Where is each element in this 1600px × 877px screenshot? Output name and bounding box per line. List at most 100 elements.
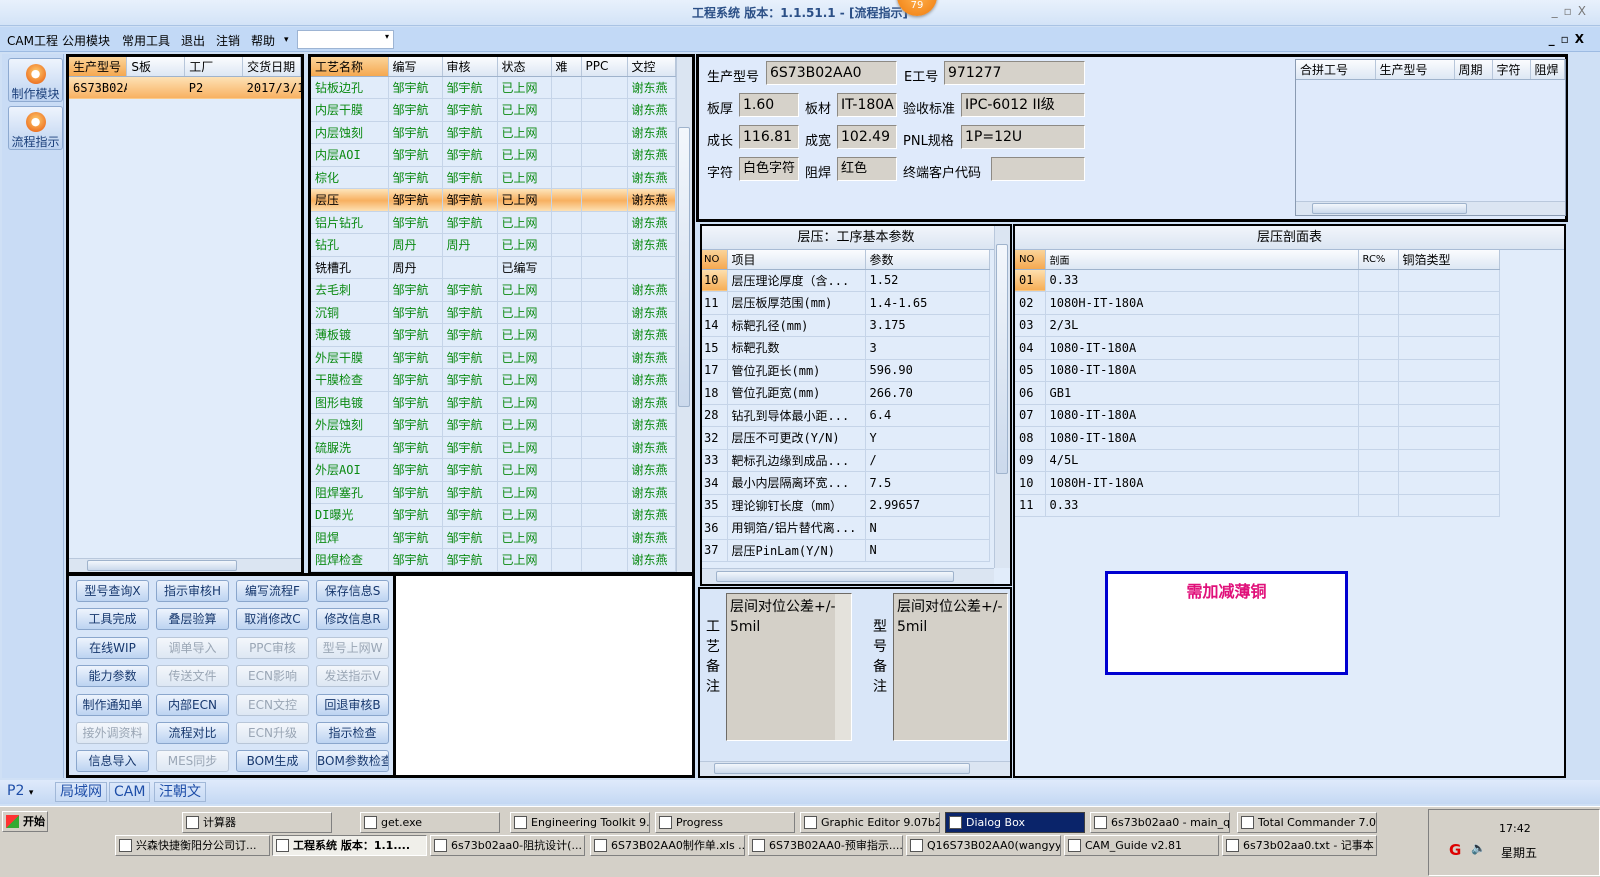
table-row[interactable]: 04 1080-IT-180A xyxy=(1015,336,1500,360)
column-header[interactable]: 交货日期 xyxy=(242,57,301,77)
column-header[interactable]: NO xyxy=(1015,250,1046,270)
menu-logout[interactable]: 注销 xyxy=(216,32,240,49)
table-row[interactable]: 阻焊检查 邹宇航 邹宇航 已上网 谢东燕 xyxy=(311,548,676,572)
minimize-button[interactable]: _ xyxy=(1552,4,1564,18)
action-button[interactable]: 取消修改C xyxy=(236,608,309,631)
column-header[interactable]: NO xyxy=(702,250,728,270)
table-row[interactable]: 33 靶标孔边缘到成品... / xyxy=(702,449,990,472)
table-row[interactable]: 钻板边孔 邹宇航 邹宇航 已上网 谢东燕 xyxy=(311,76,676,99)
standard-field[interactable]: IPC-6012 II级 xyxy=(961,93,1085,117)
taskbar-item[interactable]: Graphic Editor 9.07b2 ... xyxy=(800,812,940,833)
action-button[interactable]: 在线WIP xyxy=(76,636,149,659)
table-row[interactable]: DI曝光 邹宇航 邹宇航 已上网 谢东燕 xyxy=(311,503,676,527)
column-header[interactable]: 工艺名称 xyxy=(311,57,389,77)
horizontal-scrollbar[interactable] xyxy=(702,568,994,584)
action-button[interactable]: 回退审核B xyxy=(316,693,389,716)
column-header[interactable]: 审核 xyxy=(442,57,498,77)
table-row[interactable]: 外层AOI 邹宇航 邹宇航 已上网 谢东燕 xyxy=(311,458,676,482)
column-header[interactable]: 阻焊 xyxy=(1530,60,1565,80)
taskbar-item[interactable]: Q16S73B02AA0(wangyy... xyxy=(906,835,1061,856)
action-button[interactable]: 流程对比 xyxy=(156,722,229,744)
column-header[interactable]: RC% xyxy=(1358,250,1399,270)
part-no-field[interactable]: 6S73B02AA0 xyxy=(766,61,897,85)
table-row[interactable]: 干膜检查 邹宇航 邹宇航 已上网 谢东燕 xyxy=(311,368,676,392)
taskbar-item[interactable]: Dialog Box xyxy=(945,812,1085,833)
menu-cam[interactable]: CAM工程 xyxy=(7,32,58,49)
action-button[interactable]: 修改信息R xyxy=(316,608,389,631)
action-button[interactable]: 保存信息S xyxy=(316,580,389,602)
column-header[interactable]: 工厂 xyxy=(184,57,244,77)
table-row[interactable]: 01 0.33 xyxy=(1015,269,1500,292)
table-row[interactable]: 阻焊塞孔 邹宇航 邹宇航 已上网 谢东燕 xyxy=(311,481,676,504)
column-header[interactable]: 周期 xyxy=(1454,60,1493,80)
horizontal-scrollbar[interactable] xyxy=(1296,201,1565,215)
table-row[interactable]: 外层干膜 邹宇航 邹宇航 已上网 谢东燕 xyxy=(311,346,676,369)
action-button[interactable]: 能力参数 xyxy=(76,665,149,688)
table-row[interactable]: 05 1080-IT-180A xyxy=(1015,359,1500,382)
mask-field[interactable]: 红色 xyxy=(837,157,897,181)
table-row[interactable]: 内层AOI 邹宇航 邹宇航 已上网 谢东燕 xyxy=(311,143,676,167)
sidebar-process-guide[interactable]: ● 流程指示 xyxy=(8,106,63,150)
column-header[interactable]: 文控 xyxy=(627,57,676,77)
vertical-scrollbar[interactable] xyxy=(676,57,692,572)
taskbar-item[interactable]: Total Commander 7.0 ... xyxy=(1237,812,1377,833)
material-field[interactable]: IT-180A xyxy=(837,93,897,117)
taskbar-item[interactable]: Progress xyxy=(655,812,795,833)
taskbar-item[interactable]: 6s73b02aa0.txt - 记事本 xyxy=(1222,835,1377,856)
taskbar-item[interactable]: CAM_Guide v2.81 xyxy=(1064,835,1219,856)
table-row[interactable]: 02 1080H-IT-180A xyxy=(1015,291,1500,315)
taskbar-item[interactable]: 兴森快捷衡阳分公司订... xyxy=(115,835,270,856)
table-row[interactable]: 08 1080-IT-180A xyxy=(1015,426,1500,450)
table-row[interactable]: 层压 邹宇航 邹宇航 已上网 谢东燕 xyxy=(311,188,676,212)
table-row[interactable]: 10 层压理论厚度（含... 1.52 xyxy=(702,269,990,292)
column-header[interactable]: 字符 xyxy=(1492,60,1531,80)
taskbar-item[interactable]: 6S73B02AA0制作单.xls ... xyxy=(590,835,745,856)
table-row[interactable]: 去毛刺 邹宇航 邹宇航 已上网 谢东燕 xyxy=(311,278,676,302)
mdi-minimize-button[interactable]: _ xyxy=(1549,32,1561,46)
taskbar-item[interactable]: Engineering Toolkit 9.... xyxy=(510,812,650,833)
column-header[interactable]: 生产型号 xyxy=(69,57,128,77)
table-row[interactable]: 棕化 邹宇航 邹宇航 已上网 谢东燕 xyxy=(311,166,676,189)
table-row[interactable]: 薄板镀 邹宇航 邹宇航 已上网 谢东燕 xyxy=(311,323,676,347)
column-header[interactable]: S板 xyxy=(126,57,186,77)
menu-exit[interactable]: 退出 xyxy=(181,32,205,49)
table-row[interactable]: 09 4/5L xyxy=(1015,449,1500,472)
table-row[interactable]: 铣槽孔 周丹 已编写 xyxy=(311,256,676,279)
taskbar-item[interactable]: get.exe xyxy=(360,812,500,833)
action-button[interactable]: 内部ECN xyxy=(156,693,229,716)
table-row[interactable]: 硫脲洗 邹宇航 邹宇航 已上网 谢东燕 xyxy=(311,436,676,459)
table-row[interactable]: 03 2/3L xyxy=(1015,314,1500,337)
table-row[interactable]: 内层蚀刻 邹宇航 邹宇航 已上网 谢东燕 xyxy=(311,121,676,144)
vertical-scrollbar[interactable] xyxy=(994,226,1010,568)
table-row[interactable]: 钻孔 周丹 周丹 已上网 谢东燕 xyxy=(311,233,676,257)
chevron-down-icon[interactable]: ▾ xyxy=(385,32,389,41)
horizontal-scrollbar[interactable] xyxy=(69,558,301,572)
table-row[interactable]: 阻焊 邹宇航 邹宇航 已上网 谢东燕 xyxy=(311,526,676,549)
quick-combo[interactable]: ▾ xyxy=(297,30,394,49)
table-row[interactable]: 17 管位孔距长(mm) 596.90 xyxy=(702,359,990,382)
process-notes-field[interactable]: 层间对位公差+/- 5mil xyxy=(726,593,852,741)
action-button[interactable]: 型号查询X xyxy=(76,580,149,602)
sidebar-make-module[interactable]: ● 制作模块 xyxy=(8,58,63,102)
customer-field[interactable] xyxy=(991,157,1085,181)
table-row[interactable]: 外层蚀刻 邹宇航 邹宇航 已上网 谢东燕 xyxy=(311,413,676,437)
menu-help[interactable]: 帮助 xyxy=(251,32,275,49)
char-field[interactable]: 白色字符 xyxy=(739,157,799,181)
start-button[interactable]: 开始 xyxy=(2,811,48,832)
taskbar-item[interactable]: 6S73B02AA0-预审指示.... xyxy=(748,835,903,856)
menu-tools[interactable]: 常用工具 xyxy=(122,32,170,49)
vertical-scrollbar[interactable] xyxy=(835,594,851,740)
clock[interactable]: 17:42 xyxy=(1499,822,1531,835)
table-row[interactable]: 32 层压不可更改(Y/N) Y xyxy=(702,426,990,450)
column-header[interactable]: 参数 xyxy=(865,250,990,270)
table-row[interactable]: 10 1080H-IT-180A xyxy=(1015,471,1500,495)
mdi-close-button[interactable]: X xyxy=(1575,32,1590,46)
action-button[interactable]: 指示检查 xyxy=(316,722,389,744)
table-row[interactable]: 11 层压板厚范围(mm) 1.4-1.65 xyxy=(702,291,990,315)
thickness-field[interactable]: 1.60 xyxy=(739,93,799,117)
column-header[interactable]: 合拼工号 xyxy=(1296,60,1376,80)
column-header[interactable]: 生产型号 xyxy=(1375,60,1455,80)
table-row[interactable]: 15 标靶孔数 3 xyxy=(702,336,990,360)
table-row[interactable]: 07 1080-IT-180A xyxy=(1015,404,1500,427)
chevron-down-icon[interactable]: ▾ xyxy=(284,35,289,45)
